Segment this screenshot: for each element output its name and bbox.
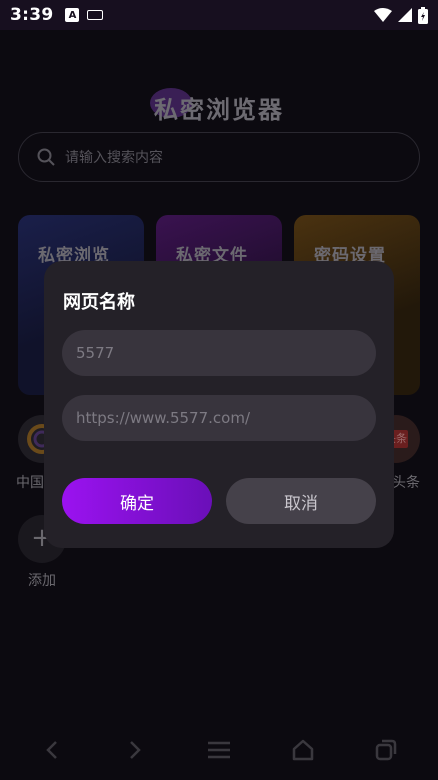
forward-button[interactable] bbox=[115, 730, 155, 770]
home-button[interactable] bbox=[283, 730, 323, 770]
signal-icon bbox=[398, 8, 412, 22]
search-icon bbox=[37, 148, 55, 166]
status-bar: 3:39 A bbox=[0, 0, 438, 30]
add-label: 添加 bbox=[28, 573, 56, 589]
dialog-title: 网页名称 bbox=[63, 292, 135, 313]
bottom-nav bbox=[0, 720, 438, 780]
tabs-button[interactable] bbox=[366, 730, 406, 770]
page-name-input[interactable] bbox=[62, 330, 376, 376]
confirm-button[interactable]: 确定 bbox=[62, 478, 212, 524]
search-placeholder: 请输入搜索内容 bbox=[65, 150, 163, 166]
keyboard-icon bbox=[87, 10, 104, 20]
home-icon bbox=[292, 739, 313, 761]
shortcut-label-toutiao: 头条 bbox=[392, 475, 420, 491]
chevron-right-icon bbox=[130, 741, 142, 759]
chevron-left-icon bbox=[46, 741, 57, 759]
cancel-button[interactable]: 取消 bbox=[226, 478, 376, 524]
menu-button[interactable] bbox=[199, 730, 239, 770]
tabs-icon bbox=[375, 739, 397, 761]
battery-icon bbox=[418, 6, 428, 24]
wifi-icon bbox=[374, 8, 392, 22]
system-icons bbox=[374, 6, 428, 24]
search-bar[interactable]: 请输入搜索内容 bbox=[18, 132, 420, 182]
page-url-input[interactable] bbox=[62, 395, 376, 441]
notification-icons: A bbox=[65, 8, 104, 22]
back-button[interactable] bbox=[32, 730, 72, 770]
app-title: 私密浏览器 bbox=[154, 96, 284, 124]
menu-icon bbox=[207, 741, 230, 759]
app-notification-icon: A bbox=[65, 8, 80, 22]
status-time: 3:39 bbox=[10, 5, 54, 25]
shortcut-label-china: 中国 bbox=[16, 475, 44, 491]
webpage-name-dialog: 网页名称 确定 取消 bbox=[44, 261, 394, 548]
